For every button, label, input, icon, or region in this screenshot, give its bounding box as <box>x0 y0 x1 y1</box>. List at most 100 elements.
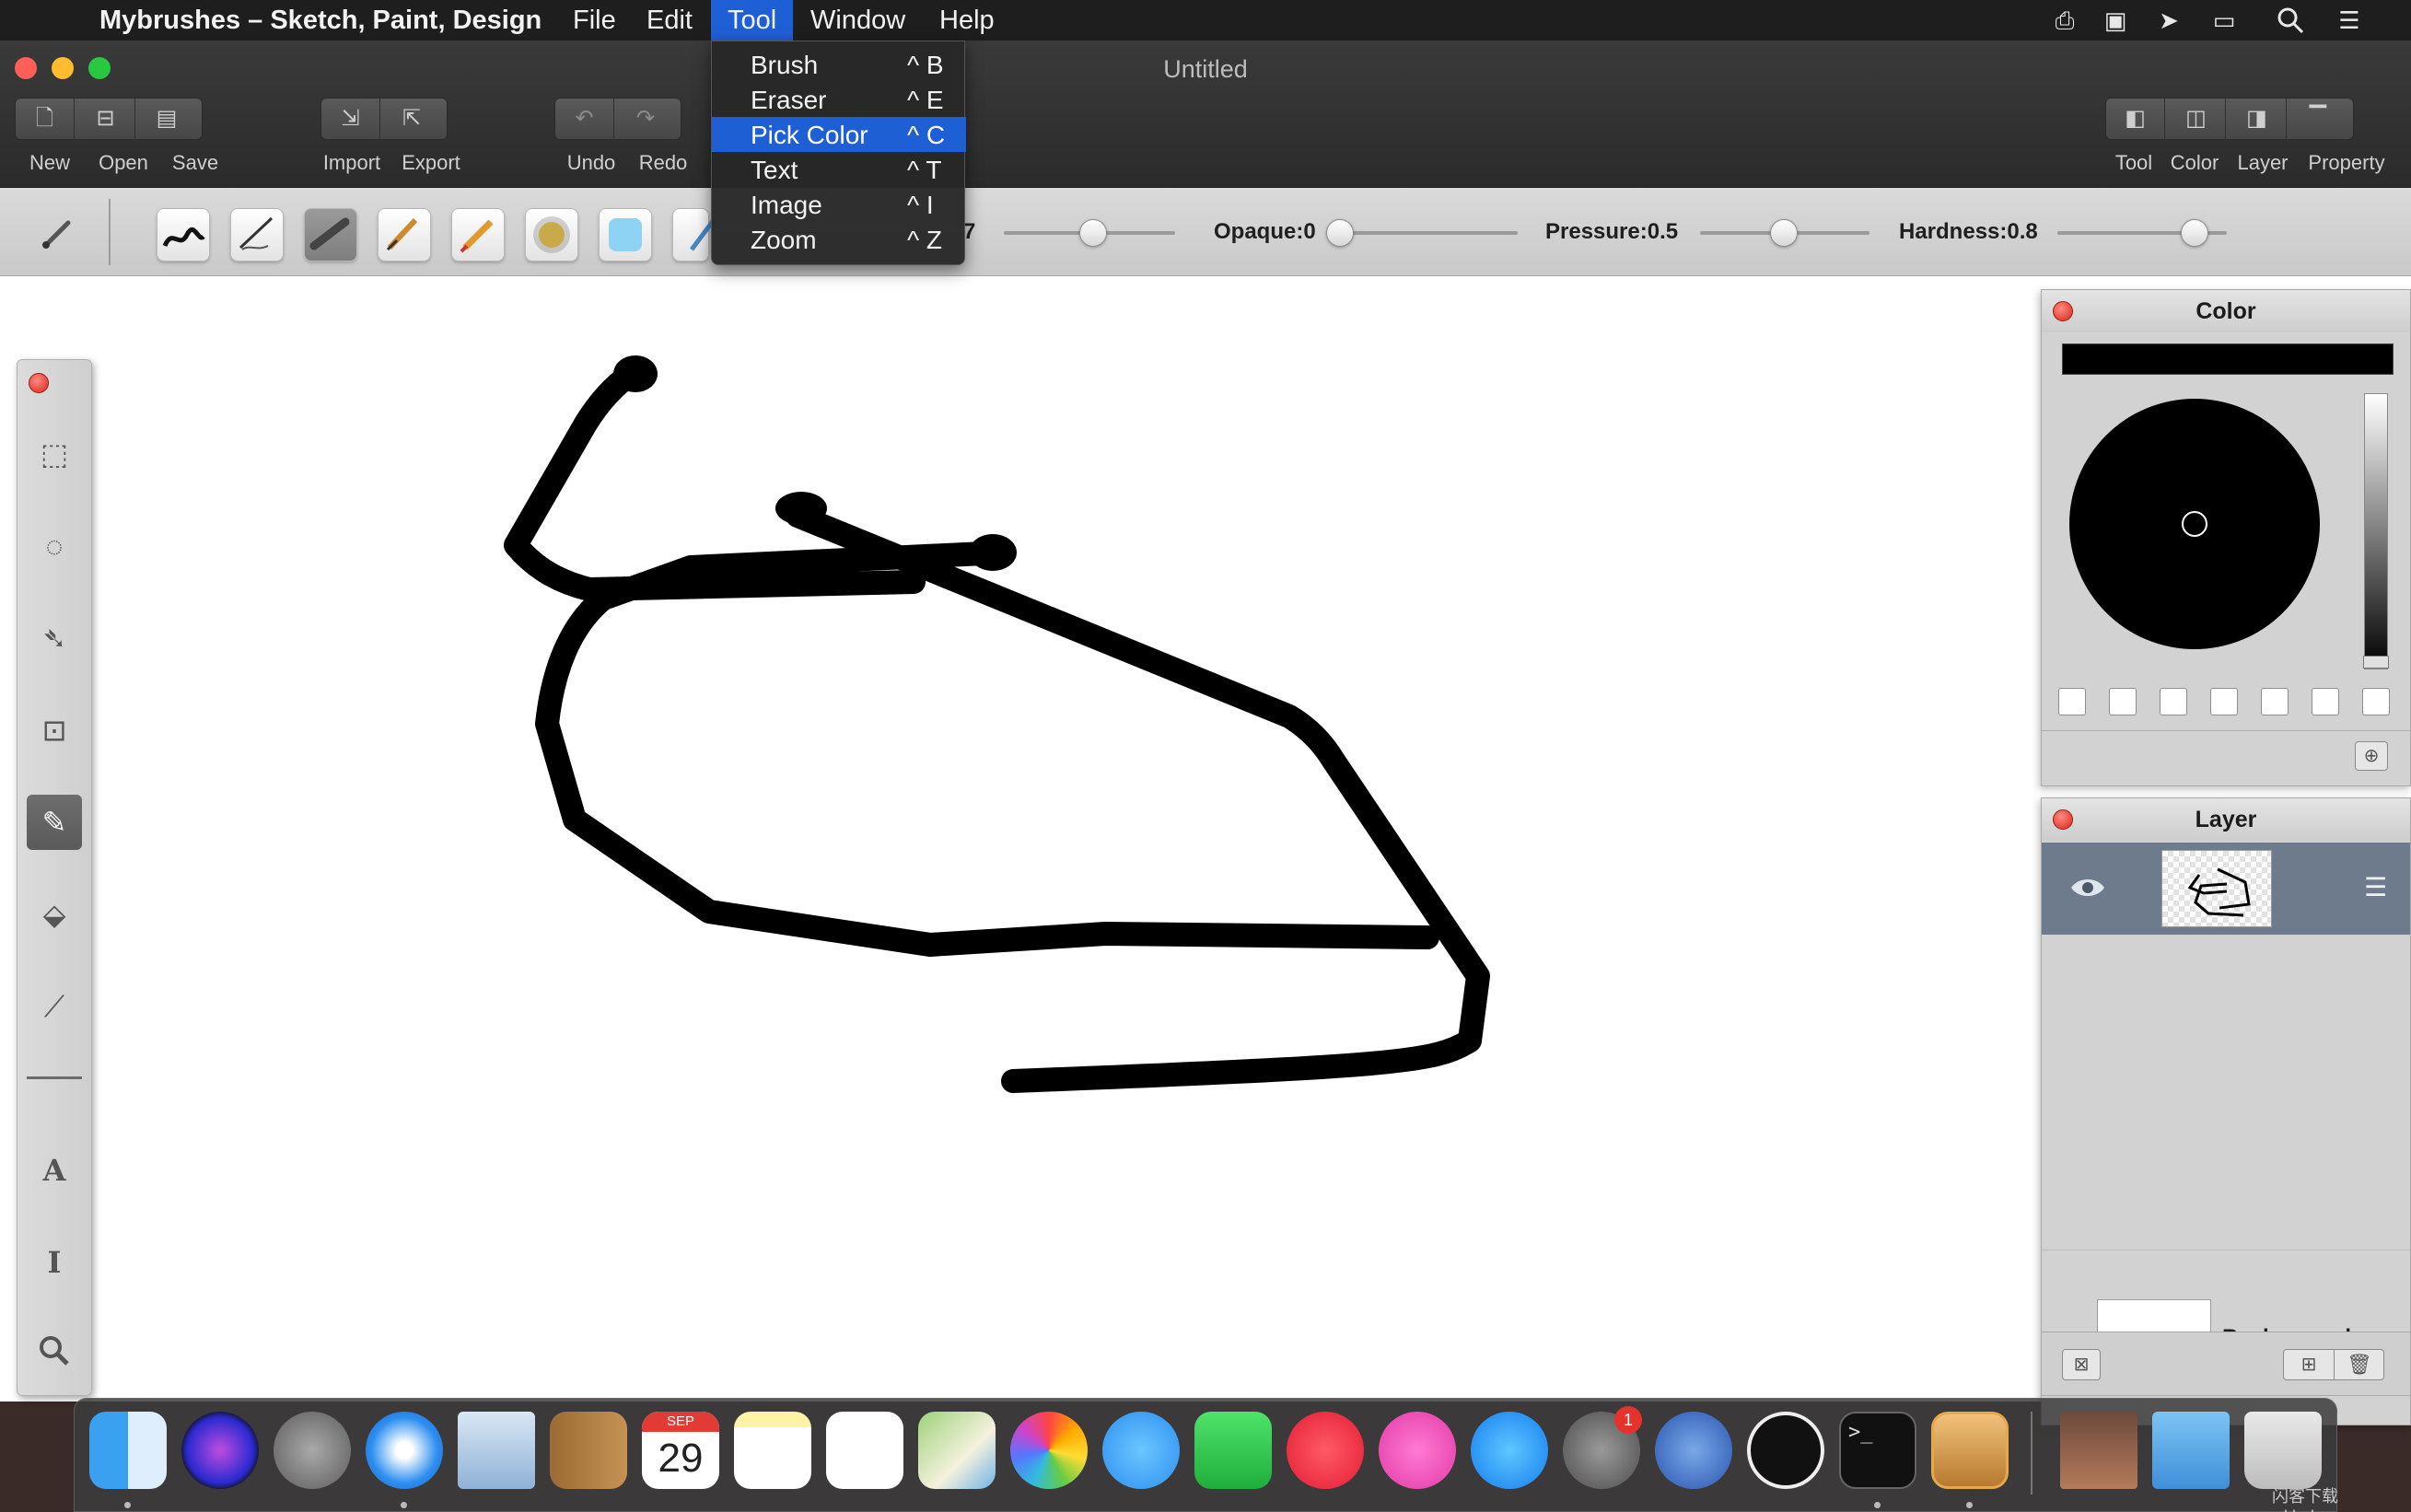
close-tools-palette-button[interactable] <box>29 373 49 393</box>
brush-preset-marker[interactable] <box>451 208 505 262</box>
vpn-app-icon[interactable] <box>1747 1412 1824 1489</box>
move-tool[interactable]: ➴ <box>27 611 82 666</box>
text-tool[interactable]: A <box>27 1143 82 1198</box>
brush-settings-icon[interactable] <box>37 214 77 254</box>
photos-icon[interactable] <box>1010 1412 1088 1489</box>
close-color-panel-button[interactable] <box>2053 301 2073 321</box>
close-layer-panel-button[interactable] <box>2053 809 2073 830</box>
eraser-tool[interactable]: ⬙ <box>27 887 82 942</box>
menu-item-image[interactable]: Image ^ I <box>712 187 966 222</box>
open-button[interactable]: ⊟ <box>76 99 135 139</box>
menu-tool[interactable]: Tool <box>711 0 794 41</box>
notification-center-icon[interactable]: ☰ <box>2334 6 2365 35</box>
lasso-select-tool[interactable]: ◌ <box>27 518 82 574</box>
color-swatch[interactable] <box>2160 688 2187 715</box>
add-layer-button[interactable]: ⊞ <box>2284 1350 2335 1379</box>
save-button[interactable]: ▤ <box>137 99 196 139</box>
new-button[interactable]: 🗋 <box>16 99 75 139</box>
color-swatch[interactable] <box>2058 688 2086 715</box>
menu-item-pick-color[interactable]: Pick Color ^ C <box>712 117 966 152</box>
transform-tool[interactable]: ⊡ <box>27 703 82 758</box>
facetime-icon[interactable] <box>1194 1412 1272 1489</box>
color-swatch[interactable] <box>2312 688 2339 715</box>
brush-preset-airbrush[interactable] <box>525 208 578 262</box>
apple-menu-icon[interactable] <box>24 0 57 41</box>
contacts-icon[interactable] <box>550 1412 627 1489</box>
mybrushes-icon[interactable] <box>1931 1412 2009 1489</box>
maps-icon[interactable] <box>918 1412 996 1489</box>
menu-item-zoom[interactable]: Zoom ^ Z <box>712 222 966 257</box>
news-icon[interactable] <box>1287 1412 1364 1489</box>
property-panel-toggle[interactable]: ▔ <box>2289 99 2347 139</box>
size-slider[interactable] <box>1004 188 1179 276</box>
launchpad-icon[interactable] <box>274 1412 351 1489</box>
color-wheel[interactable] <box>2069 399 2320 649</box>
color-swatch[interactable] <box>2109 688 2137 715</box>
recent-document-icon[interactable] <box>2060 1412 2137 1489</box>
brush-preset-charcoal[interactable] <box>304 208 357 262</box>
menu-item-eraser[interactable]: Eraser ^ E <box>712 82 966 117</box>
layer-menu-icon[interactable]: ☰ <box>2364 874 2395 901</box>
trash-can-icon[interactable] <box>2244 1412 2322 1489</box>
system-preferences-icon[interactable]: 1 <box>1563 1406 1642 1489</box>
notes-icon[interactable] <box>734 1412 811 1489</box>
brightness-slider-knob[interactable] <box>2363 656 2389 669</box>
status-printer-icon[interactable]: ⎙ <box>2049 6 2080 35</box>
brush-tool[interactable]: ✎ <box>27 795 82 850</box>
finder-icon[interactable] <box>89 1412 167 1489</box>
status-paper-plane-icon[interactable]: ➤ <box>2153 6 2184 35</box>
brush-preset-ink[interactable] <box>157 208 210 262</box>
menu-item-brush[interactable]: Brush ^ B <box>712 47 966 82</box>
eyedropper-tool[interactable]: ⟋ <box>27 979 82 1034</box>
applications-folder-icon[interactable] <box>2152 1412 2230 1489</box>
zoom-tool[interactable] <box>27 1323 82 1378</box>
slider-knob[interactable] <box>1079 219 1107 247</box>
messages-icon[interactable] <box>1102 1412 1180 1489</box>
menu-window[interactable]: Window <box>794 0 922 41</box>
brush-preset-watercolor[interactable] <box>599 208 652 262</box>
layer-row-selected[interactable]: ☰ <box>2042 843 2410 935</box>
reminders-icon[interactable] <box>826 1412 903 1489</box>
delete-layer-button[interactable]: 🗑 <box>2335 1350 2384 1379</box>
slider-knob[interactable] <box>1770 219 1798 247</box>
merge-layer-button[interactable]: ⊠ <box>2062 1349 2101 1380</box>
menu-file[interactable]: File <box>556 0 633 41</box>
brush-preset-pen[interactable] <box>230 208 284 262</box>
color-panel-toggle[interactable]: ◫ <box>2167 99 2226 139</box>
marquee-select-tool[interactable]: ⬚ <box>27 426 82 482</box>
music-icon[interactable] <box>1379 1412 1456 1489</box>
status-notification-icon[interactable]: ▣ <box>2100 6 2131 35</box>
brightness-slider[interactable] <box>2363 393 2389 669</box>
calendar-icon[interactable]: SEP 29 <box>642 1412 719 1489</box>
pressure-slider[interactable] <box>1700 188 1871 276</box>
brush-preset-more[interactable] <box>672 208 716 262</box>
brush-preset-pencil[interactable] <box>378 208 431 262</box>
terminal-icon[interactable]: >_ <box>1839 1412 1916 1489</box>
safari-icon[interactable] <box>366 1412 443 1489</box>
text-cursor-tool[interactable]: I <box>27 1235 82 1290</box>
opaque-slider[interactable] <box>1326 188 1520 276</box>
color-swatch[interactable] <box>2210 688 2238 715</box>
layer-panel-toggle[interactable]: ◨ <box>2228 99 2287 139</box>
undo-button[interactable]: ↶ <box>555 99 614 139</box>
mail-icon[interactable] <box>458 1412 535 1489</box>
slider-knob[interactable] <box>2181 219 2208 247</box>
app-menu[interactable]: Mybrushes – Sketch, Paint, Design <box>83 0 558 41</box>
menu-help[interactable]: Help <box>923 0 1011 41</box>
eye-visibility-icon[interactable] <box>2069 874 2106 901</box>
spotlight-search-icon[interactable] <box>2275 6 2306 35</box>
menu-edit[interactable]: Edit <box>630 0 709 41</box>
mountain-app-icon[interactable] <box>1655 1412 1732 1489</box>
hardness-slider[interactable] <box>2057 188 2229 276</box>
color-swatch[interactable] <box>2261 688 2289 715</box>
slider-knob[interactable] <box>1326 219 1354 247</box>
import-button[interactable]: ⇲ <box>321 99 380 139</box>
redo-button[interactable]: ↷ <box>616 99 675 139</box>
export-button[interactable]: ⇱ <box>382 99 441 139</box>
app-store-icon[interactable] <box>1471 1412 1548 1489</box>
status-display-icon[interactable]: ▭ <box>2208 6 2240 35</box>
tool-panel-toggle[interactable]: ◧ <box>2106 99 2165 139</box>
add-swatch-button[interactable]: ⊕ <box>2355 741 2388 771</box>
color-picker-cursor[interactable] <box>2182 511 2207 537</box>
siri-icon[interactable] <box>181 1412 259 1489</box>
